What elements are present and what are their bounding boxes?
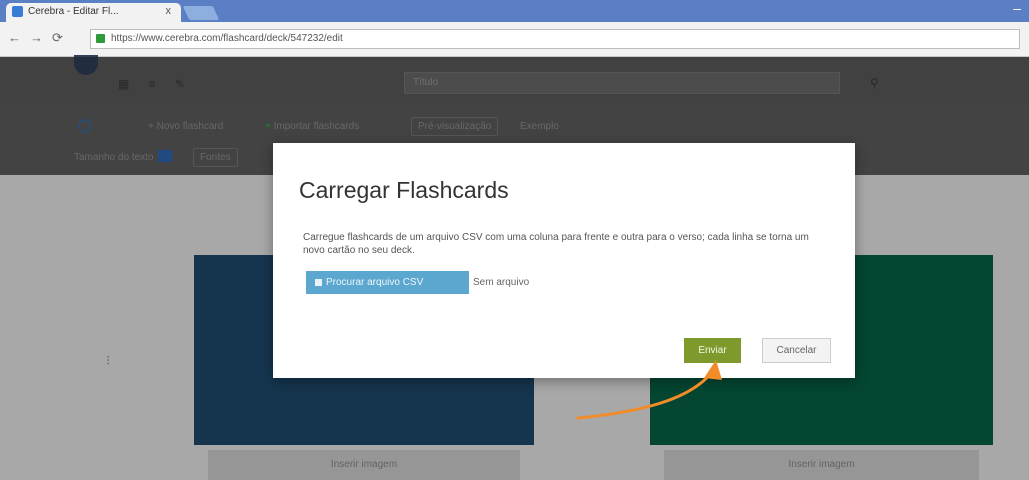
window-minimize-icon[interactable]: – xyxy=(1013,0,1021,16)
browser-tab-bar: Cerebra - Editar Fl... x – xyxy=(0,0,1029,22)
no-file-text: Sem arquivo xyxy=(473,277,530,288)
browser-tab[interactable]: Cerebra - Editar Fl... x xyxy=(6,3,181,22)
url-input[interactable]: https://www.cerebra.com/flashcard/deck/5… xyxy=(90,29,1020,49)
modal-title: Carregar Flashcards xyxy=(299,177,509,203)
address-bar-row: ← → ⟳ https://www.cerebra.com/flashcard/… xyxy=(0,22,1029,57)
upload-flashcards-modal: Carregar Flashcards Carregue flashcards … xyxy=(273,143,855,378)
tab-close-icon[interactable]: x xyxy=(166,5,172,17)
modal-description: Carregue flashcards de um arquivo CSV co… xyxy=(303,232,809,256)
url-text: https://www.cerebra.com/flashcard/deck/5… xyxy=(111,33,343,44)
cancel-button[interactable]: Cancelar xyxy=(762,338,831,363)
upload-button[interactable]: Enviar xyxy=(684,338,741,363)
favicon-icon xyxy=(12,6,23,17)
upload-icon xyxy=(315,279,322,286)
tab-title: Cerebra - Editar Fl... xyxy=(28,6,119,17)
forward-icon[interactable]: → xyxy=(30,30,43,45)
reload-icon[interactable]: ⟳ xyxy=(52,30,63,46)
back-icon[interactable]: ← xyxy=(8,30,21,45)
browse-csv-button[interactable]: Procurar arquivo CSV xyxy=(306,271,469,294)
browse-label: Procurar arquivo CSV xyxy=(326,277,424,288)
new-tab-button[interactable] xyxy=(182,6,220,20)
lock-icon xyxy=(96,34,105,43)
